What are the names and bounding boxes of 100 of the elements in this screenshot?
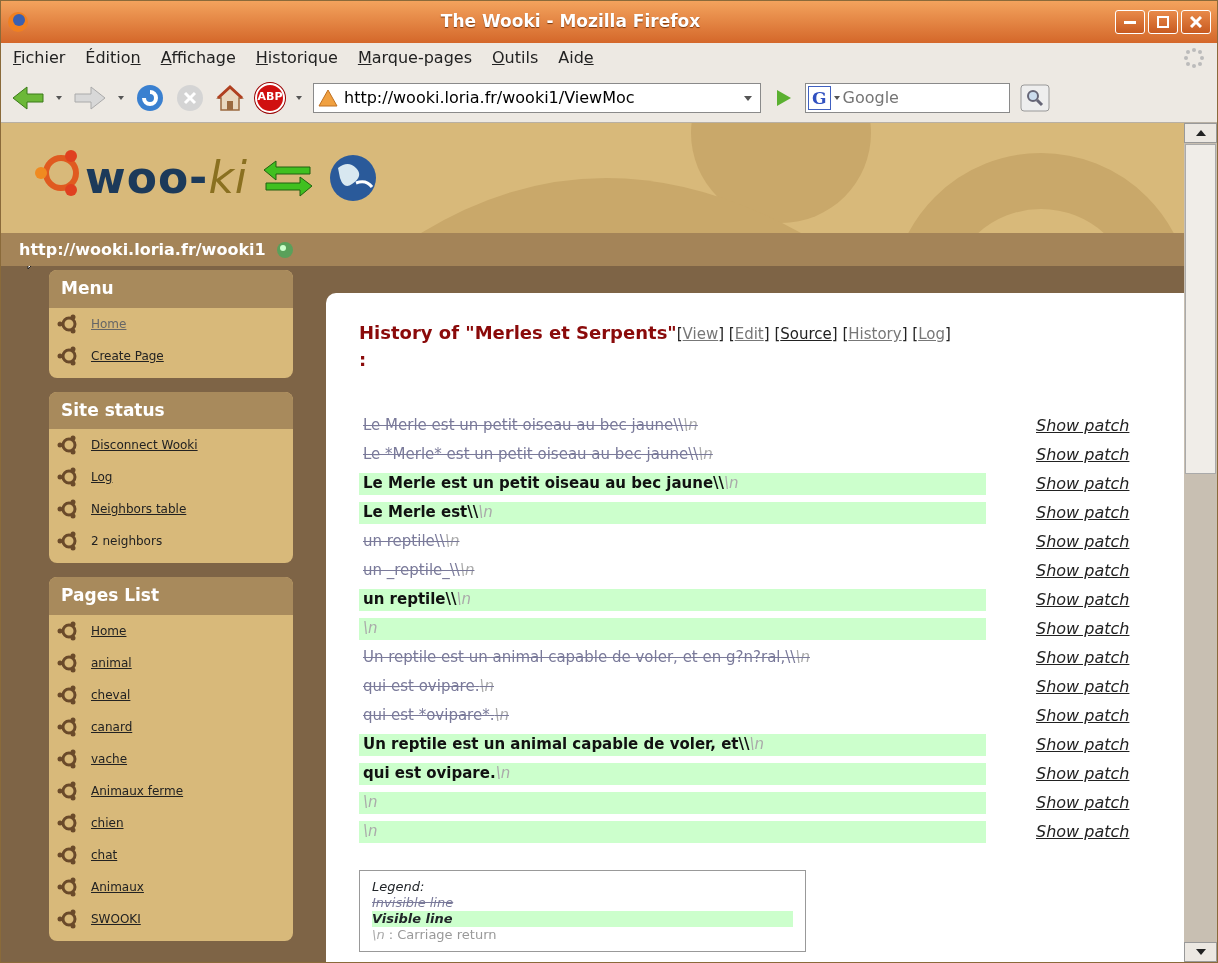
minimize-button[interactable] bbox=[1115, 10, 1145, 34]
bullet-icon bbox=[57, 876, 79, 897]
action-link[interactable]: Log bbox=[918, 325, 945, 343]
sidebar-link[interactable]: Disconnect Wooki bbox=[91, 436, 198, 454]
close-icon bbox=[1190, 16, 1202, 28]
show-patch-link[interactable]: Show patch bbox=[1036, 761, 1130, 786]
sidebar-link[interactable]: Log bbox=[91, 468, 113, 486]
search-bar[interactable]: G Google bbox=[805, 82, 1010, 113]
legend-carriage-return: \n : Carriage return bbox=[372, 927, 498, 943]
title-colon: : bbox=[359, 349, 367, 370]
sidebar-link[interactable]: Animaux ferme bbox=[91, 781, 184, 800]
bullet-icon bbox=[57, 620, 79, 641]
globe-icon bbox=[328, 153, 379, 203]
action-link[interactable]: View bbox=[682, 325, 719, 343]
menu-item[interactable]: Aide bbox=[558, 46, 594, 70]
invisible-line: qui est *ovipare*.\n bbox=[362, 705, 510, 727]
site-logo: woo-ki bbox=[33, 145, 249, 211]
action-bracket: ] bbox=[901, 325, 908, 343]
panel-title: Pages List bbox=[49, 577, 293, 615]
invisible-line: qui est ovipare.\n bbox=[362, 676, 495, 698]
sidebar-link[interactable]: Home bbox=[91, 621, 127, 640]
sidebar-link[interactable]: chat bbox=[91, 845, 118, 864]
scroll-up-icon[interactable] bbox=[1194, 128, 1207, 138]
sidebar-link[interactable]: Animaux bbox=[91, 877, 144, 896]
site-icon bbox=[318, 87, 338, 108]
invisible-line: Le Merle est un petit oiseau au bec jaune\\\n bbox=[362, 415, 699, 437]
search-engine-logo[interactable]: G bbox=[808, 85, 831, 110]
bullet-icon bbox=[57, 748, 79, 769]
show-patch-link[interactable]: Show patch bbox=[1036, 413, 1130, 438]
sidebar-link[interactable]: cheval bbox=[91, 685, 131, 704]
maximize-button[interactable] bbox=[1148, 10, 1178, 34]
bullet-icon bbox=[57, 780, 79, 801]
sidebar-link[interactable]: vache bbox=[91, 749, 128, 768]
menu-item[interactable]: Affichage bbox=[160, 46, 236, 70]
menu-item[interactable]: Fichier bbox=[13, 46, 66, 70]
menu-item[interactable]: Historique bbox=[255, 46, 338, 70]
show-patch-link[interactable]: Show patch bbox=[1036, 471, 1130, 496]
sidebar-link[interactable]: animal bbox=[91, 653, 132, 672]
bullet-icon bbox=[57, 435, 79, 455]
scrollbar[interactable] bbox=[1184, 123, 1217, 962]
menu-item[interactable]: Marque-pages bbox=[357, 46, 472, 70]
action-bracket: ] bbox=[831, 325, 838, 343]
adblock-button[interactable]: ABP bbox=[255, 82, 285, 113]
bullet-icon bbox=[57, 345, 79, 366]
bullet-icon bbox=[57, 844, 79, 865]
search-icon[interactable] bbox=[1020, 83, 1050, 112]
site-url: http://wooki.loria.fr/wooki1 bbox=[19, 238, 266, 261]
action-bracket: [ bbox=[774, 325, 781, 343]
show-patch-link[interactable]: Show patch bbox=[1036, 703, 1130, 728]
action-link[interactable]: Edit bbox=[734, 325, 764, 343]
invisible-line: un _reptile_\\\n bbox=[362, 560, 476, 582]
sidebar-link[interactable]: canard bbox=[91, 717, 133, 736]
bullet-icon bbox=[57, 684, 79, 705]
show-patch-link[interactable]: Show patch bbox=[1036, 500, 1130, 525]
menu-item[interactable]: Édition bbox=[85, 46, 141, 70]
bullet-icon bbox=[57, 652, 79, 673]
show-patch-link[interactable]: Show patch bbox=[1036, 790, 1130, 815]
show-patch-link[interactable]: Show patch bbox=[1036, 616, 1130, 641]
bullet-icon bbox=[57, 531, 79, 551]
firefox-icon bbox=[7, 11, 29, 33]
show-patch-link[interactable]: Show patch bbox=[1036, 674, 1130, 699]
legend-invisible: Invisible line bbox=[372, 895, 455, 911]
minimize-icon bbox=[1124, 20, 1136, 24]
sidebar-link[interactable]: chien bbox=[91, 813, 124, 832]
show-patch-link[interactable]: Show patch bbox=[1036, 587, 1130, 612]
show-patch-link[interactable]: Show patch bbox=[1036, 558, 1130, 583]
show-patch-link[interactable]: Show patch bbox=[1036, 645, 1130, 670]
sidebar-text: 2 neighbors bbox=[91, 533, 163, 550]
bullet-icon bbox=[57, 716, 79, 737]
status-orb-icon bbox=[275, 240, 294, 259]
reload-icon[interactable] bbox=[135, 82, 165, 113]
show-patch-link[interactable]: Show patch bbox=[1036, 442, 1130, 467]
page-title: History of "Merles et Serpents" bbox=[359, 322, 677, 343]
bullet-icon bbox=[57, 812, 79, 833]
bullet-icon bbox=[57, 313, 79, 334]
action-link[interactable]: Source bbox=[780, 325, 832, 343]
action-bracket: [ bbox=[676, 325, 683, 343]
show-patch-link[interactable]: Show patch bbox=[1036, 819, 1130, 844]
throbber-icon bbox=[1183, 47, 1205, 69]
home-icon[interactable] bbox=[215, 82, 245, 113]
show-patch-link[interactable]: Show patch bbox=[1036, 529, 1130, 554]
panel-title: Menu bbox=[49, 270, 293, 308]
invisible-line: Le *Merle* est un petit oiseau au bec jaune\\\n bbox=[362, 444, 714, 466]
action-bracket: ] bbox=[718, 325, 725, 343]
address-bar[interactable]: http://wooki.loria.fr/wooki1/ViewMoc bbox=[313, 82, 761, 113]
sidebar-link[interactable]: Create Page bbox=[91, 346, 164, 365]
action-bracket: [ bbox=[728, 325, 735, 343]
action-link[interactable]: History bbox=[848, 325, 902, 343]
scrollbar-thumb[interactable] bbox=[1185, 144, 1216, 474]
sidebar-link[interactable]: SWOOKI bbox=[91, 909, 141, 928]
menu-item[interactable]: Outils bbox=[492, 46, 539, 70]
sidebar-link[interactable]: Neighbors table bbox=[91, 500, 187, 518]
back-arrow-icon[interactable] bbox=[11, 84, 45, 111]
panel-title: Site status bbox=[49, 391, 293, 429]
close-button[interactable] bbox=[1181, 10, 1211, 34]
invisible-line: un reptile\\\n bbox=[362, 531, 461, 553]
show-patch-link[interactable]: Show patch bbox=[1036, 732, 1130, 757]
window-title: The Wooki - Mozilla Firefox bbox=[439, 10, 702, 34]
scroll-down-icon[interactable] bbox=[1194, 947, 1207, 957]
action-bracket: ] bbox=[763, 325, 770, 343]
